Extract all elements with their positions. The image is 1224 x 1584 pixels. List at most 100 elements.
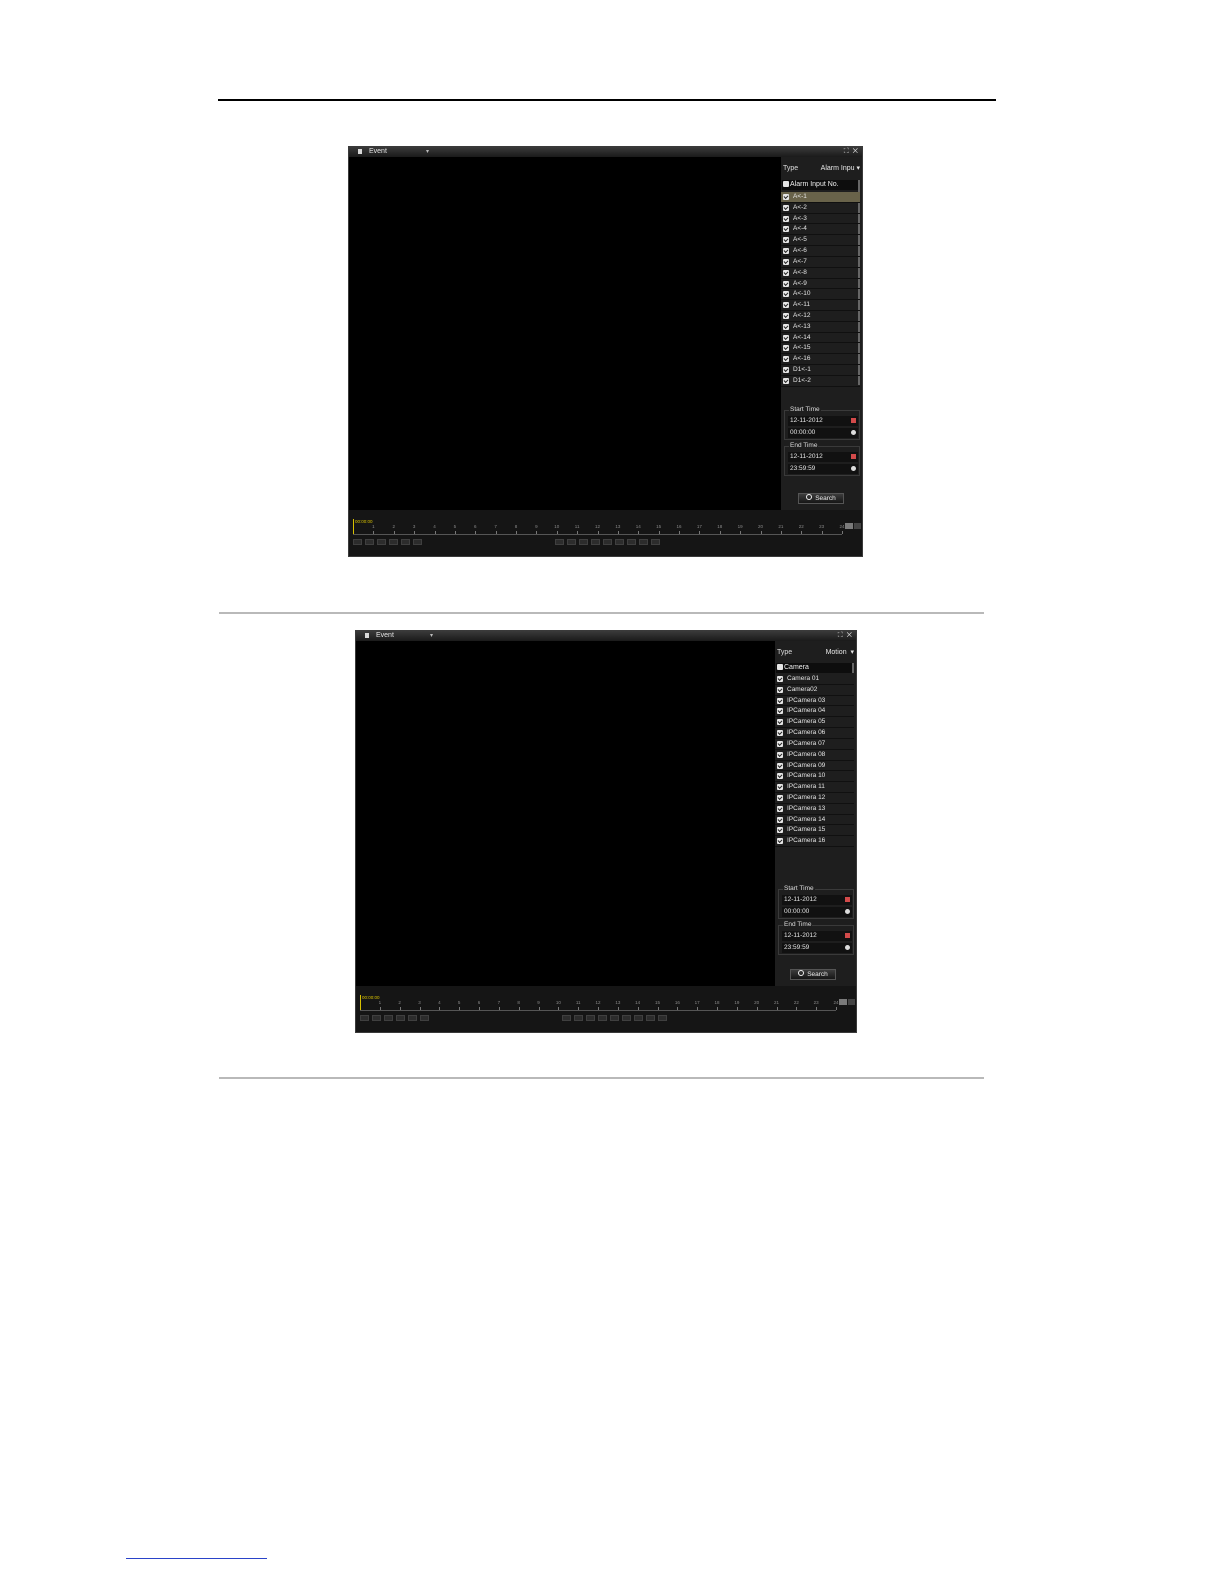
playback-control-button[interactable] — [396, 1015, 405, 1021]
list-item[interactable]: A<-2 — [781, 203, 860, 214]
playback-control-button[interactable] — [627, 539, 636, 545]
select-all-checkbox[interactable] — [783, 181, 789, 187]
list-item[interactable]: A<-15 — [781, 343, 860, 355]
calendar-icon[interactable] — [851, 454, 856, 459]
playback-control-button[interactable] — [622, 1015, 631, 1021]
playback-control-button[interactable] — [413, 539, 422, 545]
list-scrollbar[interactable] — [852, 663, 854, 673]
list-item[interactable]: A<-3 — [781, 214, 860, 225]
list-item[interactable]: A<-4 — [781, 224, 860, 236]
item-checkbox[interactable] — [783, 258, 789, 265]
item-checkbox[interactable] — [777, 697, 783, 704]
item-checkbox[interactable] — [777, 816, 783, 823]
item-checkbox[interactable] — [777, 784, 783, 791]
playback-control-button[interactable] — [377, 539, 386, 545]
playback-control-button[interactable] — [658, 1015, 667, 1021]
calendar-icon[interactable] — [851, 418, 856, 423]
playback-control-button[interactable] — [574, 1015, 583, 1021]
timeline-cursor[interactable] — [360, 995, 361, 1010]
chevron-down-icon[interactable]: ▾ — [430, 631, 433, 641]
zoom-in-icon[interactable] — [839, 999, 847, 1005]
playback-control-button[interactable] — [610, 1015, 619, 1021]
item-checkbox[interactable] — [783, 226, 789, 233]
end-date-field[interactable]: 12-11-2012 — [788, 452, 858, 462]
list-header[interactable]: Alarm Input No. — [782, 180, 859, 190]
list-item[interactable]: IPCamera 03 — [775, 696, 854, 707]
list-item[interactable]: D1<-2 — [781, 376, 860, 387]
item-checkbox[interactable] — [783, 248, 789, 255]
list-item[interactable]: IPCamera 13 — [775, 804, 854, 815]
select-all-checkbox[interactable] — [777, 664, 783, 670]
item-checkbox[interactable] — [783, 280, 789, 287]
playback-control-button[interactable] — [420, 1015, 429, 1021]
close-icon[interactable]: ✕ — [847, 632, 853, 639]
item-checkbox[interactable] — [777, 762, 783, 769]
fullscreen-icon[interactable]: ⛶ — [844, 148, 850, 155]
end-time-field[interactable]: 23:59:59 — [782, 943, 852, 953]
playback-control-button[interactable] — [591, 539, 600, 545]
type-value[interactable]: Motion ▾ — [826, 647, 854, 659]
item-checkbox[interactable] — [777, 730, 783, 737]
fullscreen-icon[interactable]: ⛶ — [838, 632, 844, 639]
clock-icon[interactable] — [851, 430, 856, 435]
list-item[interactable]: Camera02 — [775, 685, 854, 696]
clock-icon[interactable] — [845, 945, 850, 950]
list-header[interactable]: Camera — [776, 663, 853, 673]
list-item[interactable]: A<-7 — [781, 257, 860, 268]
list-item[interactable]: IPCamera 15 — [775, 825, 854, 837]
item-checkbox[interactable] — [777, 719, 783, 726]
item-checkbox[interactable] — [783, 367, 789, 373]
start-date-field[interactable]: 12-11-2012 — [788, 416, 858, 426]
list-item[interactable]: A<-10 — [781, 289, 860, 301]
list-item[interactable]: D1<-1 — [781, 365, 860, 376]
playback-control-button[interactable] — [634, 1015, 643, 1021]
list-item[interactable]: IPCamera 11 — [775, 782, 854, 793]
item-checkbox[interactable] — [777, 740, 783, 747]
playback-control-button[interactable] — [401, 539, 410, 545]
list-item[interactable]: A<-8 — [781, 268, 860, 279]
item-checkbox[interactable] — [783, 356, 789, 363]
playback-control-button[interactable] — [646, 1015, 655, 1021]
playback-control-button[interactable] — [389, 539, 398, 545]
list-item[interactable]: A<-14 — [781, 333, 860, 344]
list-item[interactable]: A<-11 — [781, 300, 860, 311]
item-checkbox[interactable] — [783, 237, 789, 244]
zoom-out-icon[interactable] — [854, 523, 861, 529]
item-checkbox[interactable] — [777, 773, 783, 780]
list-item[interactable]: IPCamera 08 — [775, 750, 854, 761]
list-item[interactable]: A<-12 — [781, 311, 860, 322]
item-checkbox[interactable] — [777, 751, 783, 758]
list-item[interactable]: IPCamera 10 — [775, 771, 854, 783]
timeline-cursor[interactable] — [353, 519, 354, 534]
list-item[interactable]: IPCamera 06 — [775, 728, 854, 739]
zoom-out-icon[interactable] — [848, 999, 855, 1005]
playback-control-button[interactable] — [384, 1015, 393, 1021]
item-checkbox[interactable] — [777, 686, 783, 693]
list-item[interactable]: A<-13 — [781, 322, 860, 333]
calendar-icon[interactable] — [845, 897, 850, 902]
item-checkbox[interactable] — [783, 323, 789, 330]
calendar-icon[interactable] — [845, 933, 850, 938]
type-selector[interactable]: Type Alarm Inpu ▾ — [783, 163, 860, 175]
item-checkbox[interactable] — [783, 215, 789, 222]
end-date-field[interactable]: 12-11-2012 — [782, 931, 852, 941]
list-item[interactable]: Camera 01 — [775, 674, 854, 685]
item-checkbox[interactable] — [783, 302, 789, 309]
list-item[interactable]: A<-1 — [781, 192, 860, 203]
list-item[interactable]: IPCamera 05 — [775, 717, 854, 729]
playback-control-button[interactable] — [353, 539, 362, 545]
playback-control-button[interactable] — [603, 539, 612, 545]
playback-control-button[interactable] — [408, 1015, 417, 1021]
type-value[interactable]: Alarm Inpu ▾ — [821, 163, 860, 175]
type-selector[interactable]: Type Motion ▾ — [777, 647, 854, 659]
item-checkbox[interactable] — [777, 708, 783, 715]
item-checkbox[interactable] — [783, 312, 789, 319]
list-item[interactable]: IPCamera 07 — [775, 739, 854, 750]
list-item[interactable]: A<-5 — [781, 235, 860, 247]
item-checkbox[interactable] — [777, 838, 783, 845]
list-item[interactable]: IPCamera 12 — [775, 793, 854, 804]
item-checkbox[interactable] — [777, 805, 783, 812]
list-item[interactable]: IPCamera 14 — [775, 815, 854, 826]
close-icon[interactable]: ✕ — [853, 148, 859, 155]
playback-control-button[interactable] — [615, 539, 624, 545]
